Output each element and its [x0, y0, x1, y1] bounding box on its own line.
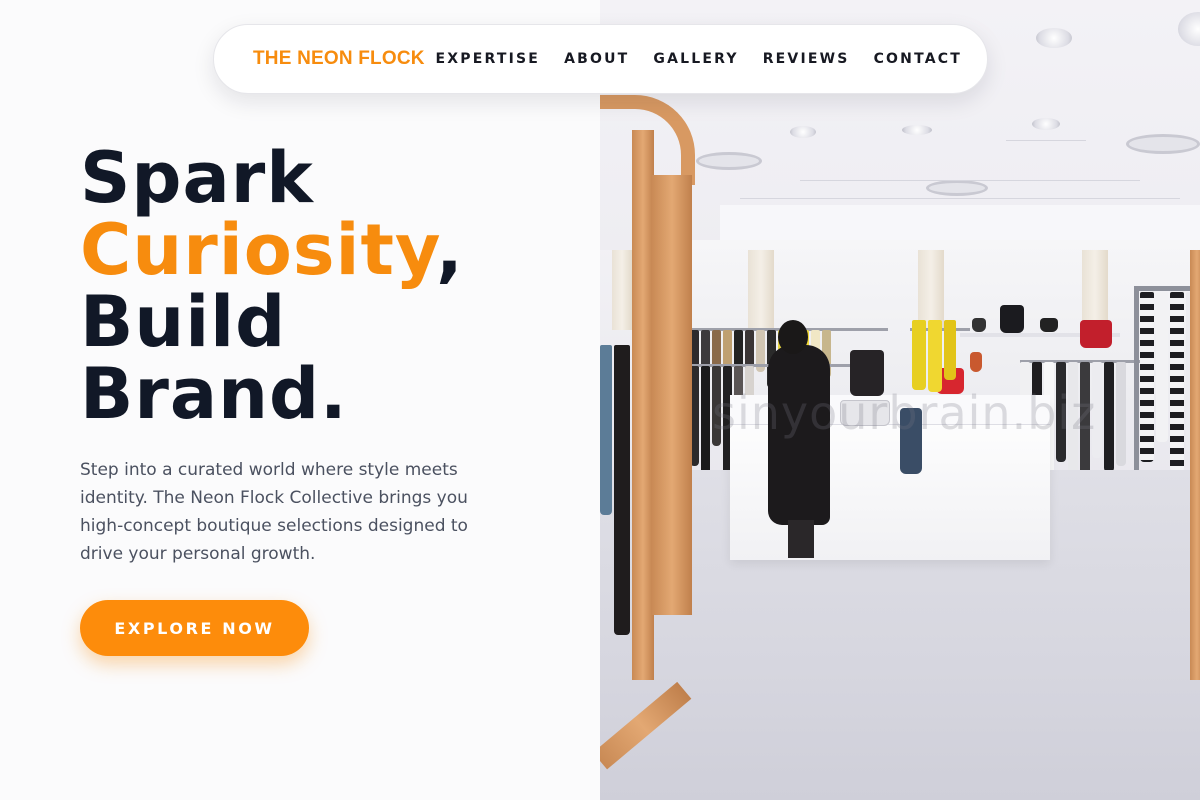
hero-title: Spark Curiosity, Build Brand.: [80, 142, 464, 430]
hero-description: Step into a curated world where style me…: [80, 460, 468, 564]
top-navigation: THE NEON FLOCK EXPERTISE ABOUT GALLERY R…: [213, 24, 988, 94]
hero-store-photo: sinyourbrain.biz: [600, 0, 1200, 800]
nav-link-expertise[interactable]: EXPERTISE: [436, 51, 541, 67]
hero-title-line-4: Brand.: [80, 353, 348, 435]
hero-title-line-2: Curiosity,: [80, 214, 464, 286]
nav-link-contact[interactable]: CONTACT: [874, 51, 962, 67]
hero-title-line-1: Spark: [80, 137, 314, 219]
photo-watermark: sinyourbrain.biz: [712, 386, 1097, 440]
explore-now-button[interactable]: EXPLORE NOW: [80, 600, 309, 656]
hero-title-accent: Curiosity: [80, 209, 437, 291]
nav-link-reviews[interactable]: REVIEWS: [763, 51, 850, 67]
nav-links: EXPERTISE ABOUT GALLERY REVIEWS CONTACT: [436, 51, 962, 67]
hero-title-line-3: Build: [80, 281, 287, 363]
brand-logo[interactable]: THE NEON FLOCK: [253, 48, 425, 70]
nav-link-about[interactable]: ABOUT: [564, 51, 629, 67]
nav-link-gallery[interactable]: GALLERY: [653, 51, 738, 67]
landing-page: sinyourbrain.biz THE NEON FLOCK EXPERTIS…: [0, 0, 1200, 800]
hero-title-comma: ,: [436, 209, 464, 291]
